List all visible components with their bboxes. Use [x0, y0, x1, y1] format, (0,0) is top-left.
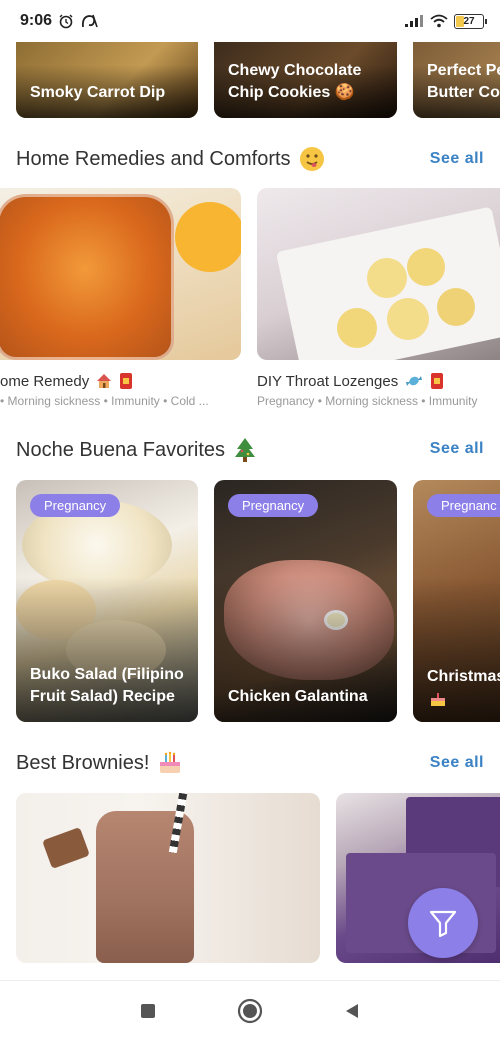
- see-all-brownies[interactable]: See all: [430, 754, 484, 772]
- tag-pill: Pregnancy: [228, 494, 319, 517]
- card-title: Chewy Chocolate Chip Cookies 🍪: [228, 62, 362, 101]
- remedy-card-throat-lozenges[interactable]: [257, 188, 500, 360]
- section-title-text: Noche Buena Favorites: [16, 438, 226, 461]
- status-right-icons: 27: [404, 13, 487, 29]
- filter-icon: [429, 910, 457, 938]
- remedy-title-1: ome Remedy: [0, 372, 133, 390]
- face-emoji-icon: [299, 147, 324, 171]
- home-circle-icon[interactable]: [237, 998, 263, 1024]
- card-title: Smoky Carrot Dip: [30, 84, 166, 101]
- lozenge-2: [407, 248, 445, 286]
- remedy-tags-1: • Morning sickness • Immunity • Cold ...: [0, 394, 209, 408]
- status-left-icons: [58, 13, 98, 29]
- airtel-logo-icon: [82, 14, 98, 28]
- recipe-card-buko-salad[interactable]: Pregnancy Buko Salad (Filipino Fruit Sal…: [16, 480, 198, 722]
- section-title-brownies: Best Brownies!: [16, 750, 183, 776]
- recipe-card-peanut-butter[interactable]: Perfect Pe Butter Coo: [413, 30, 500, 118]
- recipe-card-brownie-smoothie[interactable]: [16, 793, 320, 963]
- filter-button[interactable]: [408, 888, 478, 958]
- battery-fill: [456, 15, 464, 27]
- alarm-icon: [59, 14, 73, 29]
- cake-icon: [431, 693, 445, 706]
- lozenge-4: [437, 288, 475, 326]
- recipe-card-smoky-carrot-dip[interactable]: Smoky Carrot Dip: [16, 30, 198, 118]
- section-title-text: Home Remedies and Comforts: [16, 147, 291, 170]
- status-bar: 9:06 27: [0, 0, 500, 42]
- battery-text: 27: [463, 15, 475, 27]
- red-envelope-icon: [120, 373, 133, 389]
- recipe-card-chicken-galantina[interactable]: Pregnancy Chicken Galantina: [214, 480, 397, 722]
- tag-pill: Pregnanc: [427, 494, 500, 517]
- birthday-cake-icon: [160, 751, 181, 773]
- section-title-remedies: Home Remedies and Comforts: [16, 146, 325, 172]
- tag-pill: Pregnancy: [30, 494, 121, 517]
- jar-image: [0, 194, 174, 360]
- section-title-noche: Noche Buena Favorites: [16, 437, 257, 463]
- wifi-icon: [430, 14, 448, 28]
- house-icon: [97, 374, 112, 388]
- see-all-remedies[interactable]: See all: [430, 150, 484, 168]
- signal-icon: [405, 15, 423, 27]
- chocolate-piece: [42, 827, 90, 869]
- christmas-tree-icon: [235, 438, 256, 462]
- battery-indicator: 27: [454, 13, 487, 29]
- status-time: 9:06: [20, 12, 53, 29]
- card-title: Christmas: [427, 668, 500, 685]
- remedy-title-text: DIY Throat Lozenges: [257, 372, 399, 390]
- remedy-tags-2: Pregnancy • Morning sickness • Immunity: [257, 394, 478, 408]
- lozenge-5: [337, 308, 377, 348]
- system-nav-bar: [0, 980, 500, 1040]
- red-envelope-icon: [431, 373, 444, 389]
- section-title-text: Best Brownies!: [16, 751, 150, 774]
- card-shade: [413, 576, 500, 722]
- card-title: Buko Salad (Filipino Fruit Salad) Recipe: [30, 666, 184, 705]
- feed-scroll[interactable]: Smoky Carrot Dip Chewy Chocolate Chip Co…: [0, 0, 500, 980]
- see-all-noche[interactable]: See all: [430, 440, 484, 458]
- card-title: Chicken Galantina: [228, 688, 368, 705]
- back-triangle-icon[interactable]: [343, 1002, 361, 1020]
- orange-slice: [175, 202, 241, 272]
- remedy-title-text: ome Remedy: [0, 372, 90, 390]
- recents-square-icon[interactable]: [139, 1002, 157, 1020]
- candy-icon: [406, 376, 423, 386]
- recipe-card-chewy-cookies[interactable]: Chewy Chocolate Chip Cookies 🍪: [214, 30, 397, 118]
- card-title: Perfect Pe Butter Coo: [427, 62, 500, 101]
- remedy-title-2: DIY Throat Lozenges: [257, 372, 444, 390]
- lozenge-1: [367, 258, 407, 298]
- recipe-card-christmas[interactable]: Pregnanc Christmas: [413, 480, 500, 722]
- lozenge-3: [387, 298, 429, 340]
- remedy-card-home-remedy[interactable]: [0, 188, 241, 360]
